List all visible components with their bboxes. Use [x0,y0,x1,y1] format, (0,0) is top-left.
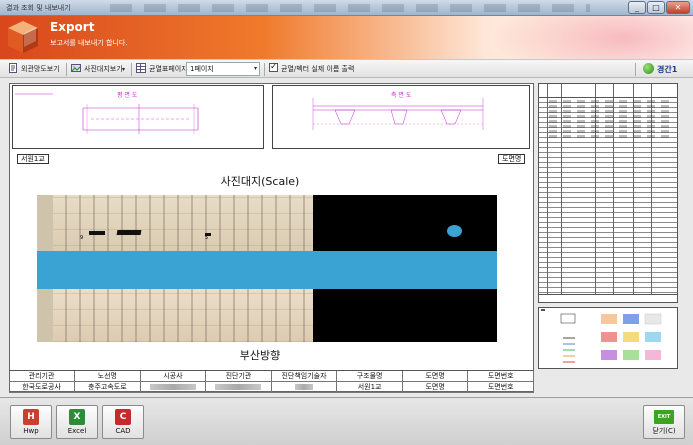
info-value-cell: 충주고속도로 [74,381,141,393]
highlighted-band [37,251,497,289]
info-value-cell [271,381,338,393]
toolbar-divider [66,63,67,76]
checkbox-checked[interactable] [269,61,278,74]
close-button[interactable]: EXIT 닫기(C) [643,405,685,439]
photo-view-label: 사진대지보기 [84,65,123,73]
crack-table-entries [549,100,675,140]
blurred-menu-strip [110,4,590,12]
toolbar-divider [131,63,132,76]
photo-sheet-image: 9 5 [37,195,497,342]
info-value-cell [140,381,207,393]
document-icon [9,63,17,73]
minimize-button[interactable]: _ [628,1,646,14]
damage-legend [538,307,678,369]
highlighted-spot [447,225,462,237]
hwp-button-label: Hwp [23,427,39,435]
export-cad-button[interactable]: C CAD [102,405,144,439]
close-window-button[interactable]: ✕ [666,1,690,14]
crack-page-value: 1페이지 [190,65,214,73]
exit-icon: EXIT [654,410,674,424]
redacted-value [295,384,314,390]
plan-view-caption: 평 면 도 [117,92,138,99]
info-header-cell: 시공사 [140,371,207,382]
photo-icon [71,64,81,72]
info-value-cell: 한국도로공사 [9,381,76,393]
photo-view-dropdown-arrow[interactable]: ▾ [122,63,125,76]
info-header-cell: 도면명 [402,371,469,382]
span-indicator[interactable]: 경간1 [643,63,677,76]
info-header-cell: 관리기관 [9,371,76,382]
globe-icon [643,63,654,74]
info-header-cell: 구조물명 [336,371,403,382]
crack-summary-table [538,83,678,303]
excel-file-icon: X [69,409,85,425]
redacted-value [215,384,262,390]
damage-mark [116,230,142,235]
info-value-cell [205,381,272,393]
span-label: 경간1 [657,65,678,74]
info-header-row: 관리기관 노선명 시공사 진단기관 진단책임기술자 구조물명 도면명 도면번호 [9,371,534,382]
banner-decoration [480,16,693,59]
plan-view-lines [15,93,199,134]
table-icon [136,63,146,73]
info-value-cell: 도면번호 [467,381,534,393]
cad-file-icon: C [115,409,131,425]
crack-table-header [539,84,677,98]
overview-label: 외관망도보기 [21,65,60,73]
elevation-caption: 측 면 도 [391,92,412,99]
export-hwp-button[interactable]: H Hwp [10,405,52,439]
info-value-cell: 도면명 [402,381,469,393]
banner-subtitle: 보고서를 내보내기 합니다. [50,39,128,47]
crack-page-select[interactable]: 1페이지 ▾ [186,62,260,76]
drawing-name-tag: 도면명 [498,154,526,164]
photo-view-button[interactable]: 사진대지보기 [71,63,123,76]
export-banner: Export 보고서를 내보내기 합니다. [0,16,693,59]
legend-caption [541,309,545,311]
bridge-name-tag: 서원1교 [17,154,49,164]
info-header-cell: 진단기관 [205,371,272,382]
legend-swatches [560,313,662,363]
close-button-label: 닫기(C) [652,427,676,435]
toolbar-divider [264,63,265,76]
redacted-value [149,384,196,390]
real-name-checkbox-label: 균열/벡터 실제 이름 출력 [281,65,355,73]
damage-marker-5: 5 [205,235,209,241]
elevation-drawing: 측 면 도 [272,85,530,149]
window-titlebar: 결과 조회 및 내보내기 _ □ ✕ [0,0,693,16]
hwp-file-icon: H [23,409,39,425]
damage-mark [89,231,105,235]
maximize-button[interactable]: □ [647,1,665,14]
plan-view-drawing: 평 면 도 [12,85,264,149]
chevron-down-icon: ▾ [253,65,257,72]
info-value-cell: 서원1교 [336,381,403,393]
report-info-table: 관리기관 노선명 시공사 진단기관 진단책임기술자 구조물명 도면명 도면번호 … [9,370,534,393]
toolbar-divider [635,63,636,76]
toolbar: 외관망도보기 사진대지보기 ▾ 균열표페이지 1페이지 ▾ 균열/벡터 실제 이… [0,59,693,78]
info-value-row: 한국도로공사 충주고속도로 서원1교 도면명 도면번호 [9,381,534,393]
window-title: 결과 조회 및 내보내기 [6,4,71,12]
direction-label: 부산방향 [239,349,281,362]
info-header-cell: 도면번호 [467,371,534,382]
overview-button[interactable]: 외관망도보기 [8,63,60,76]
photo-sheet-title: 사진대지(Scale) [220,175,300,188]
damage-marker-9: 9 [80,235,84,241]
export-cube-icon [8,21,38,53]
crack-table-total-row [539,294,677,302]
export-excel-button[interactable]: X Excel [56,405,98,439]
info-header-cell: 진단책임기술자 [271,371,338,382]
real-name-checkbox[interactable]: 균열/벡터 실제 이름 출력 [269,61,355,76]
banner-title: Export [50,20,95,34]
crack-page-control: 균열표페이지 [136,63,188,76]
info-header-cell: 노선명 [74,371,141,382]
crack-page-label: 균열표페이지 [149,65,188,73]
cad-button-label: CAD [115,427,131,435]
excel-button-label: Excel [67,427,87,435]
